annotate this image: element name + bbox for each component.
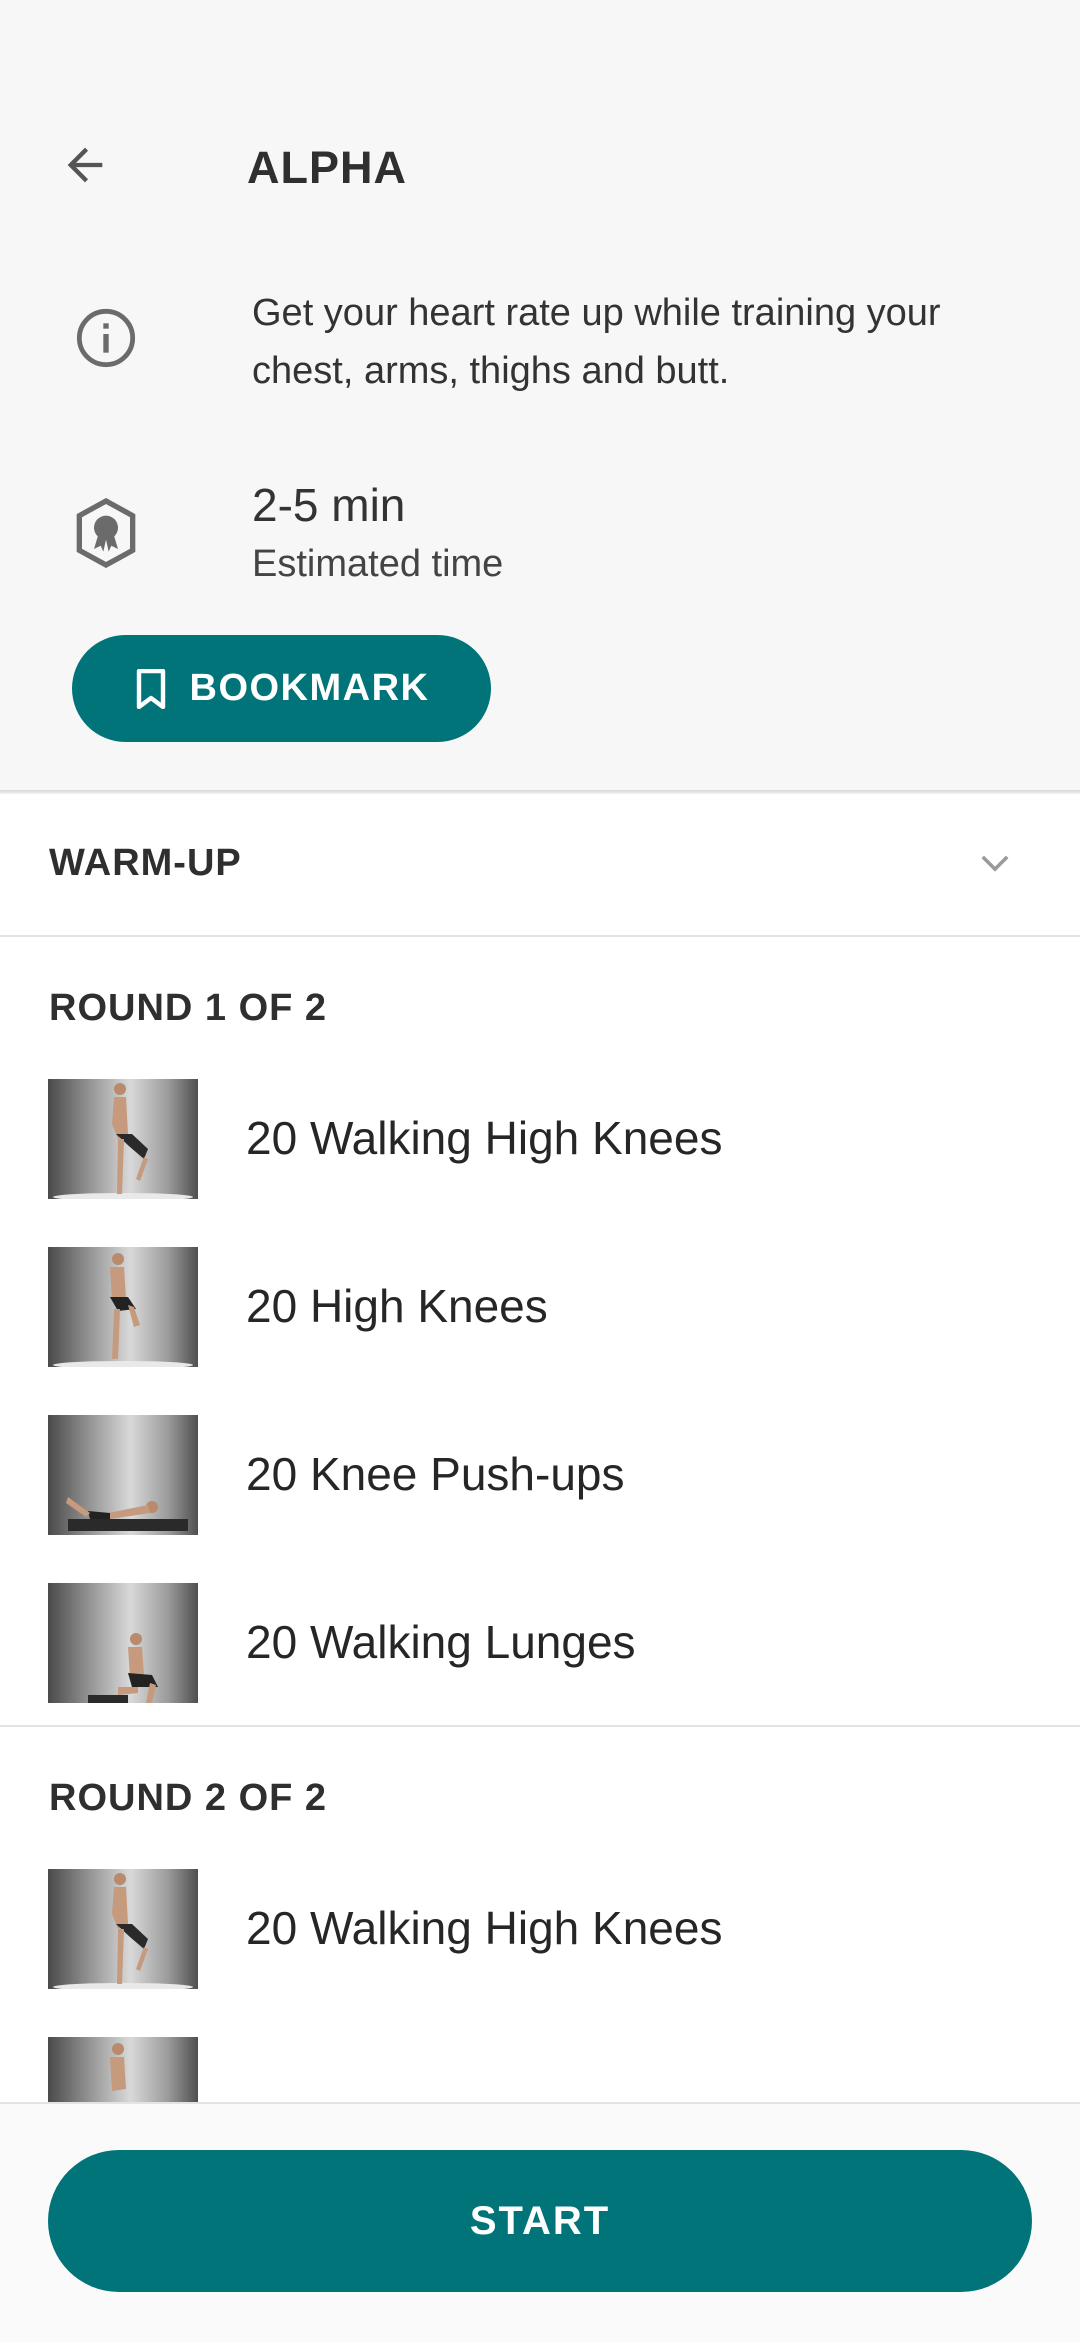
exercise-row[interactable]: 20 Knee Push-ups xyxy=(0,1415,1080,1583)
exercise-list[interactable]: WARM-UP ROUND 1 OF 2 20 Walking High Kne… xyxy=(0,794,1080,2102)
warmup-section[interactable]: WARM-UP xyxy=(0,794,1080,937)
exercise-row[interactable]: 20 Walking High Knees xyxy=(0,1079,1080,1247)
exercise-row[interactable]: 20 Walking High Knees xyxy=(0,1869,1080,2037)
bookmark-icon xyxy=(136,668,165,709)
bookmark-label: BOOKMARK xyxy=(189,667,430,709)
exercise-name: 20 High Knees xyxy=(246,1280,548,1332)
duration-value: 2-5 min xyxy=(252,479,406,531)
warmup-label: WARM-UP xyxy=(49,842,242,884)
exercise-thumbnail xyxy=(48,1415,198,1535)
exercise-name: 20 Knee Push-ups xyxy=(246,1448,625,1500)
exercise-thumbnail xyxy=(48,1247,198,1367)
start-button[interactable]: START xyxy=(48,2150,1032,2292)
chevron-down-icon[interactable] xyxy=(974,842,1016,889)
exercise-row[interactable]: 20 High Knees xyxy=(0,1247,1080,1415)
info-icon xyxy=(74,306,138,375)
bookmark-button[interactable]: BOOKMARK xyxy=(72,635,491,742)
exercise-name: 20 Walking Lunges xyxy=(246,1616,636,1668)
page-title: ALPHA xyxy=(247,142,407,193)
exercise-name: 20 Walking High Knees xyxy=(246,1902,723,1954)
exercise-thumbnail xyxy=(48,2037,198,2102)
duration-label: Estimated time xyxy=(252,543,504,585)
exercise-thumbnail xyxy=(48,1079,198,1199)
exercise-name: 20 Walking High Knees xyxy=(246,1112,723,1164)
exercise-thumbnail xyxy=(48,1583,198,1703)
footer-bar: START xyxy=(0,2102,1080,2342)
round-title: ROUND 1 OF 2 xyxy=(49,987,328,1029)
back-arrow-icon xyxy=(67,147,103,183)
exercise-row[interactable]: 20 Walking Lunges xyxy=(0,1583,1080,1725)
badge-icon xyxy=(74,497,138,573)
workout-header: ALPHA Get your heart rate up while train… xyxy=(0,0,1080,790)
workout-description: Get your heart rate up while training yo… xyxy=(252,292,941,392)
round-title: ROUND 2 OF 2 xyxy=(49,1777,328,1819)
back-button[interactable] xyxy=(50,130,120,200)
exercise-thumbnail xyxy=(48,1869,198,1989)
exercise-row[interactable] xyxy=(0,2037,1080,2102)
